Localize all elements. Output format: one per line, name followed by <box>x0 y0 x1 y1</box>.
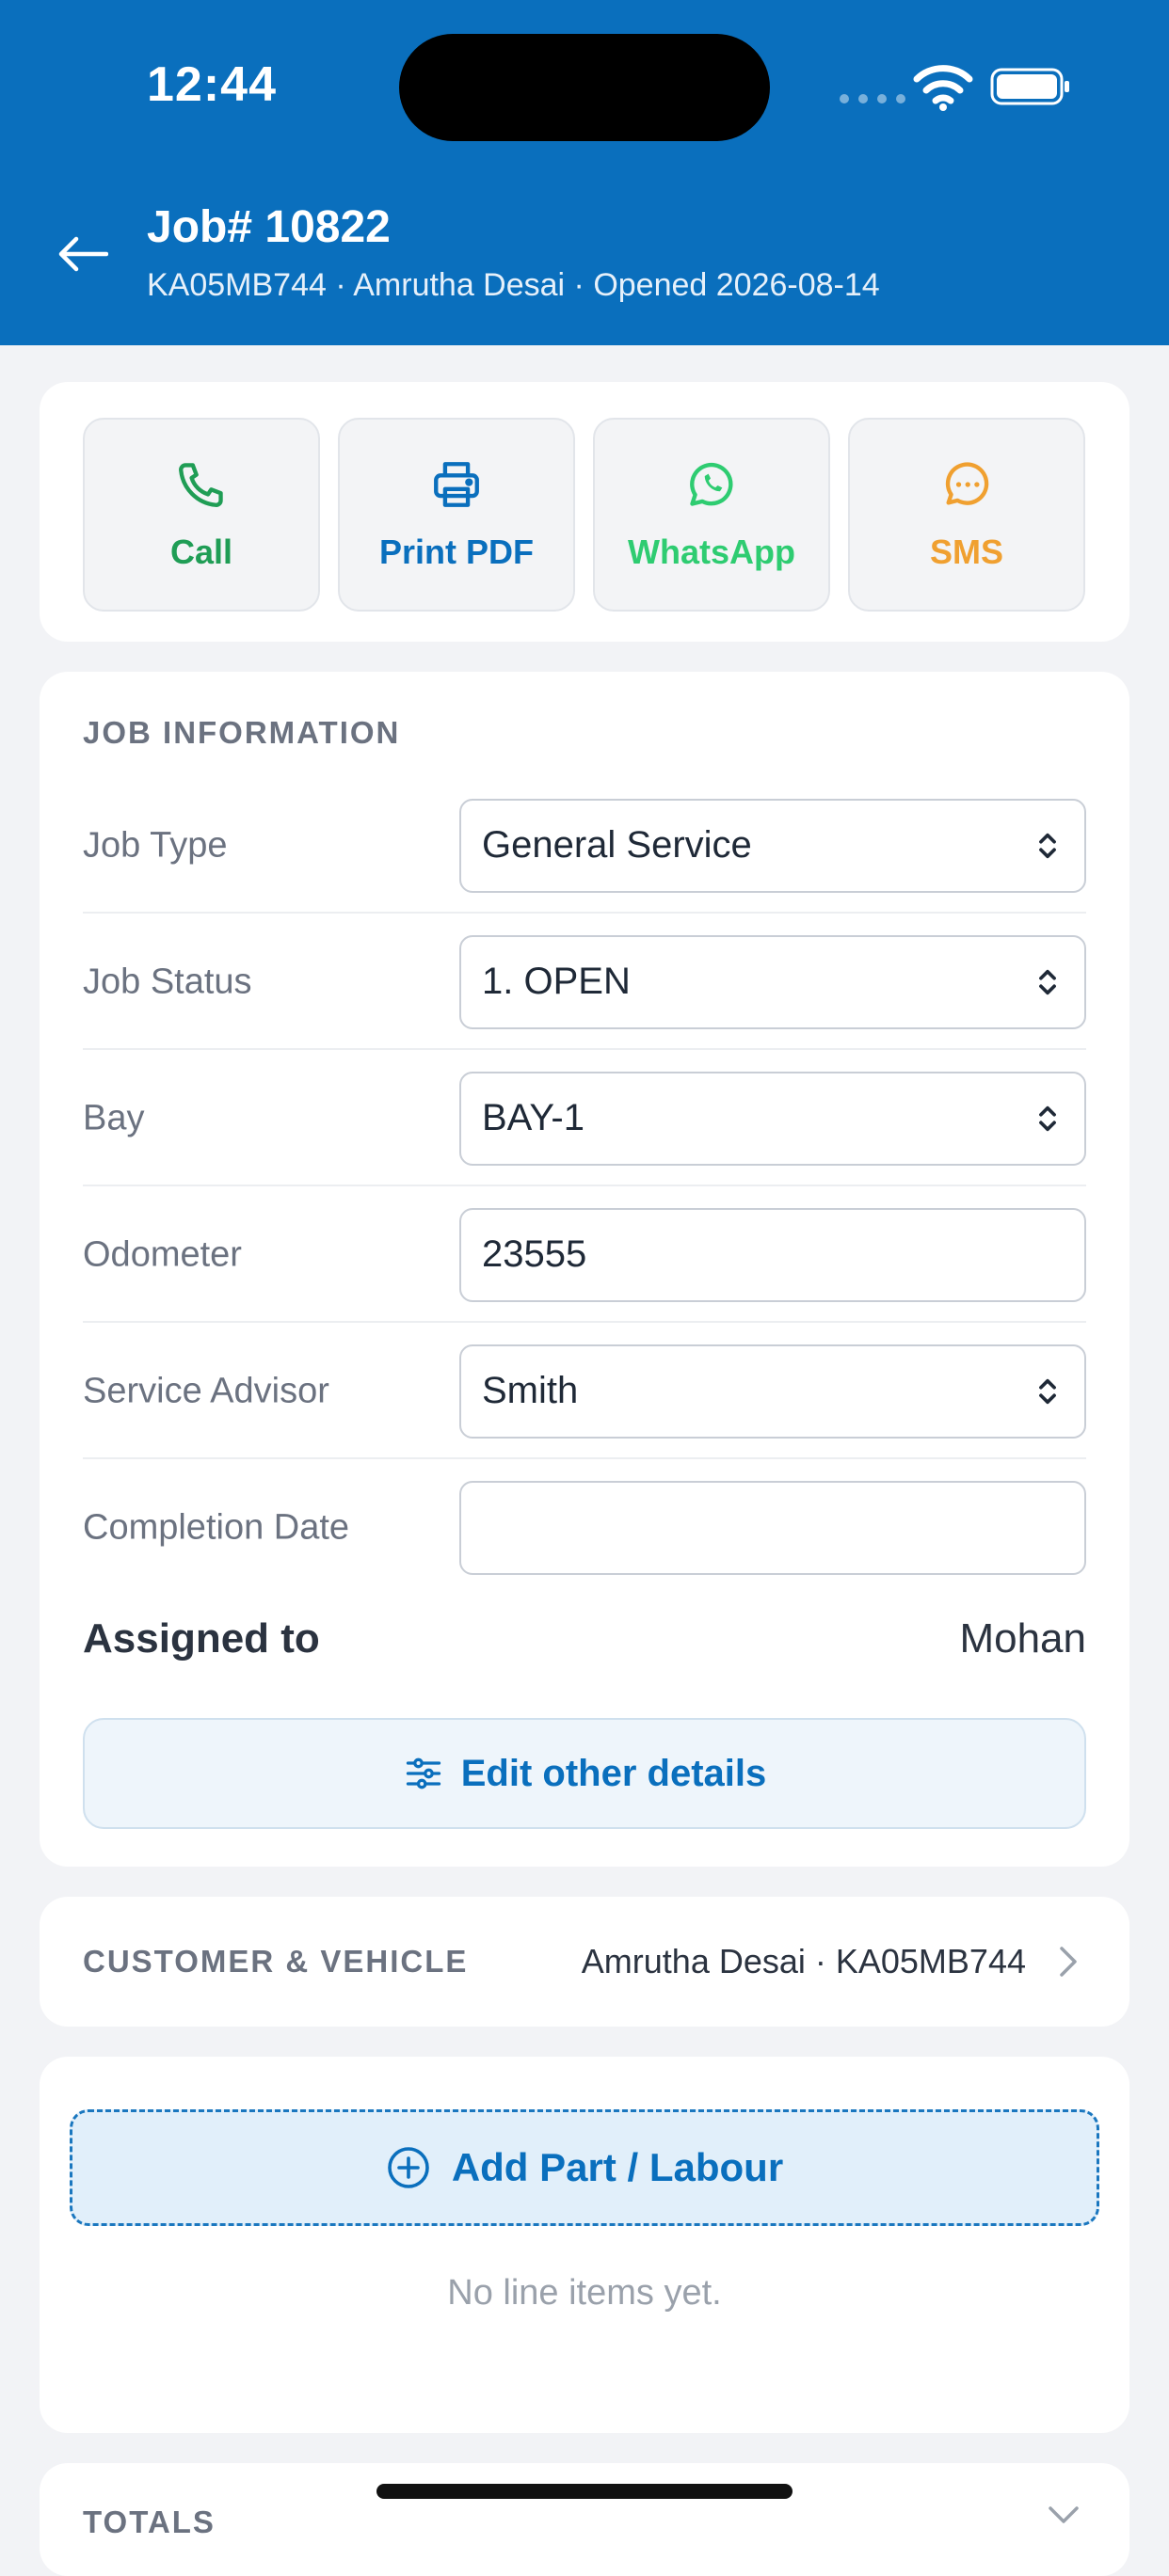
edit-other-details-label: Edit other details <box>460 1752 767 1794</box>
sliders-icon <box>406 1757 440 1789</box>
arrow-left-icon <box>58 236 108 272</box>
field-row-job-status: Job Status 1. OPEN <box>83 914 1086 1050</box>
status-time: 12:44 <box>147 57 277 112</box>
field-row-bay: Bay BAY-1 <box>83 1050 1086 1186</box>
input-value: 23555 <box>482 1233 587 1275</box>
chevron-up-down-icon <box>1039 833 1056 858</box>
call-label: Call <box>169 533 233 571</box>
totals-label: TOTALS <box>83 2504 216 2539</box>
customer-vehicle-label: CUSTOMER & VEHICLE <box>83 1944 469 1979</box>
home-indicator <box>376 2484 793 2499</box>
dynamic-island <box>399 34 770 141</box>
chevron-down-icon <box>1049 2506 1079 2523</box>
field-row-completion-date: Completion Date <box>83 1459 1086 1596</box>
select-value: Smith <box>482 1370 579 1411</box>
job-information-card: JOB INFORMATION Job Type General Service… <box>40 672 1129 1867</box>
service-advisor-select[interactable]: Smith <box>459 1344 1086 1439</box>
select-value: 1. OPEN <box>482 961 631 1002</box>
section-title: JOB INFORMATION <box>83 715 401 750</box>
line-items-card: Add Part / Labour No line items yet. <box>40 2057 1129 2433</box>
whatsapp-button[interactable]: WhatsApp <box>593 418 830 612</box>
empty-line-items-text: No line items yet. <box>447 2273 722 2313</box>
cellular-signal-icon <box>840 94 905 103</box>
customer-vehicle-value: Amrutha Desai · KA05MB744 <box>581 1942 1026 1980</box>
whatsapp-icon <box>690 462 733 506</box>
assigned-to-label: Assigned to <box>83 1615 320 1662</box>
field-row-job-type: Job Type General Service <box>83 777 1086 914</box>
chevron-right-icon <box>1060 1947 1077 1977</box>
bay-select[interactable]: BAY-1 <box>459 1071 1086 1166</box>
battery-icon <box>990 68 1069 105</box>
select-value: General Service <box>482 824 752 866</box>
phone-icon <box>179 463 223 507</box>
wifi-icon <box>913 65 973 111</box>
select-value: BAY-1 <box>482 1097 584 1138</box>
odometer-input[interactable]: 23555 <box>459 1207 1086 1302</box>
job-subtitle: KA05MB744 · Amrutha Desai · Opened 2026-… <box>147 267 880 303</box>
field-label: Job Type <box>83 825 228 865</box>
completion-date-input[interactable] <box>459 1480 1086 1575</box>
sms-button[interactable]: SMS <box>848 418 1085 612</box>
field-label: Bay <box>83 1098 145 1137</box>
whatsapp-label: WhatsApp <box>628 533 795 571</box>
app-header: 12:44 Job# 10822 KA05MB744 · Amrutha Des… <box>0 0 1169 345</box>
field-label: Job Status <box>83 962 252 1001</box>
print-pdf-label: Print PDF <box>378 533 534 571</box>
field-label: Service Advisor <box>83 1371 329 1410</box>
chat-bubble-icon <box>945 462 989 505</box>
chevron-up-down-icon <box>1039 969 1056 994</box>
job-status-select[interactable]: 1. OPEN <box>459 934 1086 1029</box>
chevron-up-down-icon <box>1039 1378 1056 1404</box>
chevron-up-down-icon <box>1039 1105 1056 1131</box>
job-title: Job# 10822 <box>147 202 391 252</box>
back-button[interactable] <box>55 226 111 282</box>
sms-label: SMS <box>929 533 1003 571</box>
edit-other-details-button[interactable]: Edit other details <box>83 1718 1086 1829</box>
field-label: Odometer <box>83 1234 242 1274</box>
field-row-odometer: Odometer 23555 <box>83 1186 1086 1323</box>
printer-icon <box>434 462 479 507</box>
print-pdf-button[interactable]: Print PDF <box>338 418 575 612</box>
call-button[interactable]: Call <box>83 418 320 612</box>
totals-card[interactable]: TOTALS <box>40 2463 1129 2576</box>
add-part-labour-label: Add Part / Labour <box>451 2145 784 2189</box>
job-type-select[interactable]: General Service <box>459 798 1086 893</box>
field-label: Completion Date <box>83 1507 350 1547</box>
customer-vehicle-row[interactable]: CUSTOMER & VEHICLE Amrutha Desai · KA05M… <box>40 1897 1129 2027</box>
add-part-labour-button[interactable]: Add Part / Labour <box>70 2109 1099 2226</box>
field-row-service-advisor: Service Advisor Smith <box>83 1323 1086 1459</box>
plus-circle-icon <box>388 2147 429 2188</box>
assigned-to-value: Mohan <box>959 1615 1086 1662</box>
quick-actions-card: Call Print PDF WhatsApp SMS <box>40 382 1129 642</box>
